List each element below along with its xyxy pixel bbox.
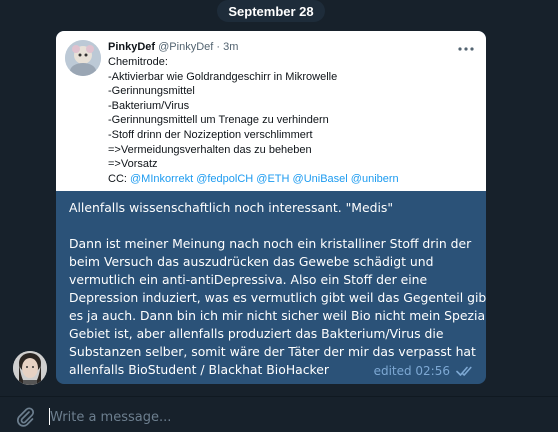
composer-divider — [0, 396, 558, 397]
tweet-author-handle[interactable]: @PinkyDef — [158, 41, 213, 53]
message-line: Gebiet ist, aber allenfalls produziert d… — [69, 326, 444, 341]
message-bubble[interactable]: PinkyDef @PinkyDef · 3m Chemitrode: -Akt… — [56, 31, 486, 384]
tweet-mention[interactable]: @unibern — [351, 173, 399, 185]
message-line: es ja auch. Dann bin ich mir nicht siche… — [69, 308, 486, 323]
tweet-mention[interactable]: @UniBasel — [293, 173, 348, 185]
tweet-line: =>Vermeidungsverhalten das zu beheben — [108, 143, 312, 156]
tweet-line: -Gerinnungsmittel — [108, 85, 195, 98]
tweet-separator: · — [216, 41, 221, 53]
tweet-line: -Bakterium/Virus — [108, 99, 190, 112]
message-line: Substanzen selber, somit wäre der Täter … — [69, 344, 476, 359]
double-check-icon — [456, 365, 476, 377]
tweet-avatar[interactable] — [65, 40, 101, 76]
sender-avatar[interactable] — [13, 351, 47, 385]
message-status: edited 02:56 — [373, 364, 450, 378]
message-text: Allenfalls wissenschaftlich noch interes… — [69, 199, 486, 379]
ellipsis-icon[interactable] — [458, 39, 474, 55]
tweet-line: -Aktivierbar wie Goldrandgeschirr in Mik… — [108, 70, 338, 83]
tweet-text: Chemitrode: -Aktivierbar wie Goldrandges… — [108, 55, 399, 186]
message-line: vermutlich ein anti-antiDepressiva. Also… — [69, 272, 428, 287]
tweet-mention[interactable]: @ETH — [256, 173, 289, 185]
message-line: beim Versuch das auszudrücken das Gewebe… — [69, 254, 434, 269]
tweet-line: -Stoff drinn der Nozizeption verschlimme… — [108, 128, 313, 141]
tweet-cc-label: CC: — [108, 172, 127, 185]
tweet-line: =>Vorsatz — [108, 158, 158, 171]
date-label: September 28 — [228, 3, 314, 19]
tweet-mention[interactable]: @fedpolCH — [196, 173, 253, 185]
date-separator: September 28 — [217, 0, 325, 22]
message-line: Depression induziert, was es vermutlich … — [69, 290, 486, 305]
message-input[interactable] — [50, 407, 530, 427]
tweet-line: Chemitrode: — [108, 56, 168, 68]
tweet-time[interactable]: 3m — [223, 41, 238, 53]
tweet-header: PinkyDef @PinkyDef · 3m — [108, 40, 238, 54]
tweet-embed[interactable]: PinkyDef @PinkyDef · 3m Chemitrode: -Akt… — [56, 31, 486, 191]
message-line: Allenfalls wissenschaftlich noch interes… — [69, 200, 394, 215]
tweet-line: -Gerinnungsmittell um Trenage zu verhind… — [108, 114, 329, 127]
message-meta: edited 02:56 — [374, 364, 476, 378]
message-line: Dann ist meiner Meinung nach noch ein kr… — [69, 236, 472, 251]
tweet-author-name[interactable]: PinkyDef — [108, 41, 155, 53]
tweet-cc-line: CC: @MInkorrekt @fedpolCH @ETH @UniBasel… — [108, 172, 399, 187]
tweet-mention[interactable]: @MInkorrekt — [130, 173, 193, 185]
